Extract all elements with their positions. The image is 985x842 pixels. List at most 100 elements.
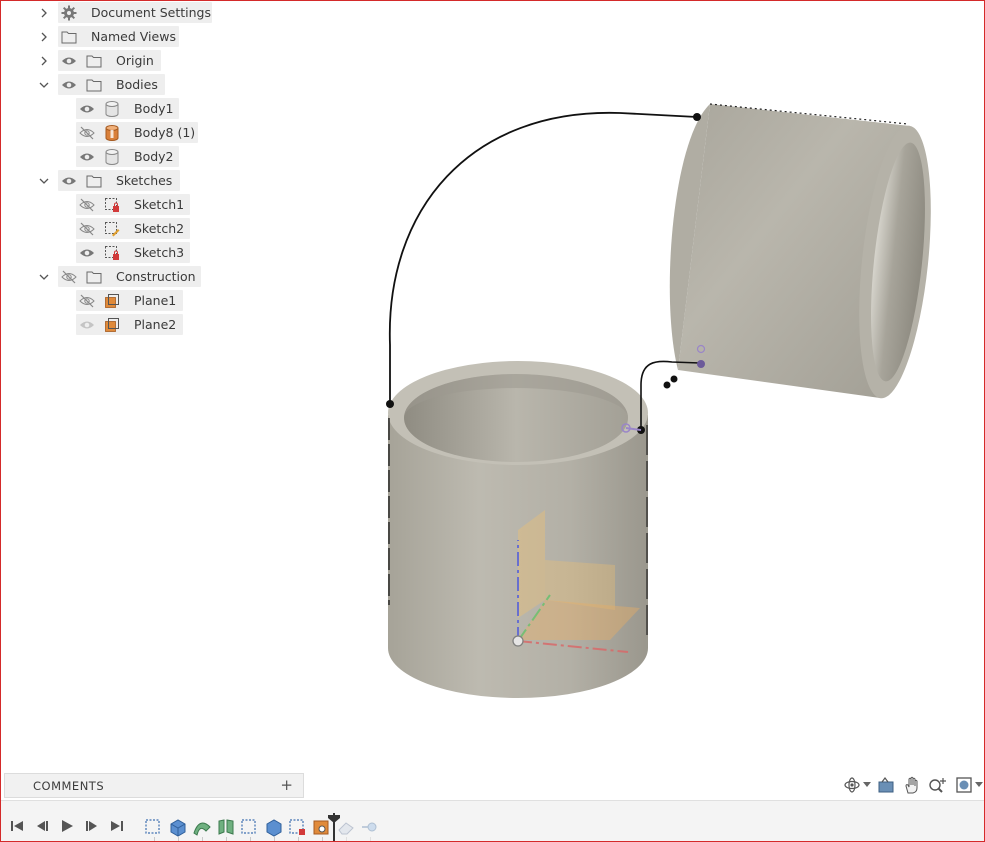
body-orange-icon	[102, 123, 122, 143]
tree-item-label: Sketch1	[134, 197, 185, 212]
sketch-point[interactable]	[386, 400, 394, 408]
eye-hidden-icon[interactable]	[77, 291, 97, 311]
sketch-point[interactable]	[693, 113, 701, 121]
chevron-down-icon[interactable]	[862, 774, 872, 796]
chevron-right-icon[interactable]	[36, 1, 52, 25]
tree-item-label: Plane1	[134, 293, 177, 308]
eye-icon[interactable]	[59, 171, 79, 191]
tree-item-construction[interactable]: Construction	[0, 265, 230, 289]
plane-icon	[102, 315, 122, 335]
chevron-right-icon[interactable]	[36, 49, 52, 73]
tree-pill[interactable]: Construction	[58, 266, 201, 287]
tree-pill[interactable]: Plane2	[76, 314, 183, 335]
tree-item-sketch1[interactable]: Sketch1	[0, 193, 230, 217]
eye-icon[interactable]	[77, 243, 97, 263]
timeline-bar	[0, 800, 985, 842]
tree-item-label: Document Settings	[91, 5, 212, 20]
timeline-sketch-icon[interactable]	[288, 817, 308, 841]
tree-item-sketch2[interactable]: Sketch2	[0, 217, 230, 241]
tree-item-sketches[interactable]: Sketches	[0, 169, 230, 193]
eye-hidden-icon[interactable]	[77, 219, 97, 239]
timeline-extrude-icon[interactable]	[168, 817, 188, 841]
timeline-sketch-icon[interactable]	[144, 817, 164, 841]
step-back-icon[interactable]	[34, 818, 50, 834]
step-forward-icon[interactable]	[84, 818, 100, 834]
folder-icon	[84, 51, 104, 71]
tree-pill[interactable]: Sketch3	[76, 242, 190, 263]
tree-item-plane2[interactable]: Plane2	[0, 313, 230, 337]
tree-item-label: Origin	[116, 53, 154, 68]
tree-pill[interactable]: Body8 (1)	[76, 122, 198, 143]
timeline-loft-icon[interactable]	[216, 817, 236, 841]
tree-pill[interactable]: Body2	[76, 146, 179, 167]
tree-item-body8[interactable]: Body8 (1)	[0, 121, 230, 145]
play-icon[interactable]	[59, 818, 75, 834]
eye-icon[interactable]	[77, 99, 97, 119]
tree-item-document-settings[interactable]: Document Settings	[0, 1, 230, 25]
gear-icon	[59, 3, 79, 23]
tree-item-named-views[interactable]: Named Views	[0, 25, 230, 49]
timeline-extrude-icon[interactable]	[264, 817, 284, 841]
navigation-toolbar	[840, 772, 985, 798]
tree-item-label: Body2	[134, 149, 174, 164]
timeline-sketch-icon[interactable]	[240, 817, 260, 841]
tree-item-sketch3[interactable]: Sketch3	[0, 241, 230, 265]
timeline-sweep-icon[interactable]	[192, 817, 212, 841]
tree-item-label: Sketches	[116, 173, 173, 188]
tree-pill[interactable]: Sketch2	[76, 218, 190, 239]
chevron-down-icon[interactable]	[36, 169, 52, 193]
tree-item-label: Body1	[134, 101, 174, 116]
body1-cylinder[interactable]	[388, 361, 648, 698]
sketch-point[interactable]	[670, 375, 678, 383]
tree-pill[interactable]: Bodies	[58, 74, 165, 95]
body-icon	[102, 147, 122, 167]
comments-panel[interactable]: COMMENTS +	[4, 773, 304, 798]
tree-pill[interactable]: Document Settings	[58, 2, 212, 23]
chevron-down-icon[interactable]	[36, 73, 52, 97]
tree-item-label: Construction	[116, 269, 196, 284]
tree-item-origin[interactable]: Origin	[0, 49, 230, 73]
plane-icon	[102, 291, 122, 311]
body2-cylinder[interactable]	[669, 103, 942, 402]
skip-to-end-icon[interactable]	[109, 818, 125, 834]
eye-faded-icon[interactable]	[77, 315, 97, 335]
skip-to-start-icon[interactable]	[9, 818, 25, 834]
tree-item-label: Named Views	[91, 29, 176, 44]
chevron-down-icon[interactable]	[974, 774, 984, 796]
tree-item-label: Body8 (1)	[134, 125, 196, 140]
eye-hidden-icon[interactable]	[77, 123, 97, 143]
orbit-icon[interactable]	[840, 774, 864, 796]
tree-pill[interactable]: Named Views	[58, 26, 179, 47]
zoom-icon[interactable]	[926, 774, 950, 796]
eye-icon[interactable]	[59, 75, 79, 95]
pan-hand-icon[interactable]	[900, 774, 924, 796]
tree-item-body1[interactable]: Body1	[0, 97, 230, 121]
sketch-locked-icon	[102, 195, 122, 215]
timeline-joint-icon[interactable]	[360, 817, 380, 841]
constraint-point[interactable]	[697, 360, 705, 368]
tree-pill[interactable]: Sketch1	[76, 194, 190, 215]
eye-icon[interactable]	[77, 147, 97, 167]
tree-item-bodies[interactable]: Bodies	[0, 73, 230, 97]
folder-icon	[84, 267, 104, 287]
tree-pill[interactable]: Sketches	[58, 170, 180, 191]
folder-icon	[84, 75, 104, 95]
eye-icon[interactable]	[59, 51, 79, 71]
eye-hidden-icon[interactable]	[77, 195, 97, 215]
chevron-down-icon[interactable]	[36, 265, 52, 289]
sketch-edit-icon	[102, 219, 122, 239]
sketch-point[interactable]	[663, 381, 671, 389]
tree-pill[interactable]: Plane1	[76, 290, 183, 311]
tree-item-plane1[interactable]: Plane1	[0, 289, 230, 313]
tree-pill[interactable]: Body1	[76, 98, 179, 119]
tree-item-body2[interactable]: Body2	[0, 145, 230, 169]
add-comment-button[interactable]: +	[280, 776, 293, 794]
look-at-icon[interactable]	[874, 774, 898, 796]
eye-hidden-icon[interactable]	[59, 267, 79, 287]
fit-view-icon[interactable]	[952, 774, 976, 796]
timeline-eraser-icon[interactable]	[336, 817, 356, 841]
tree-pill[interactable]: Origin	[58, 50, 161, 71]
body-icon	[102, 99, 122, 119]
sweep-path-curve[interactable]	[388, 112, 698, 404]
chevron-right-icon[interactable]	[36, 25, 52, 49]
